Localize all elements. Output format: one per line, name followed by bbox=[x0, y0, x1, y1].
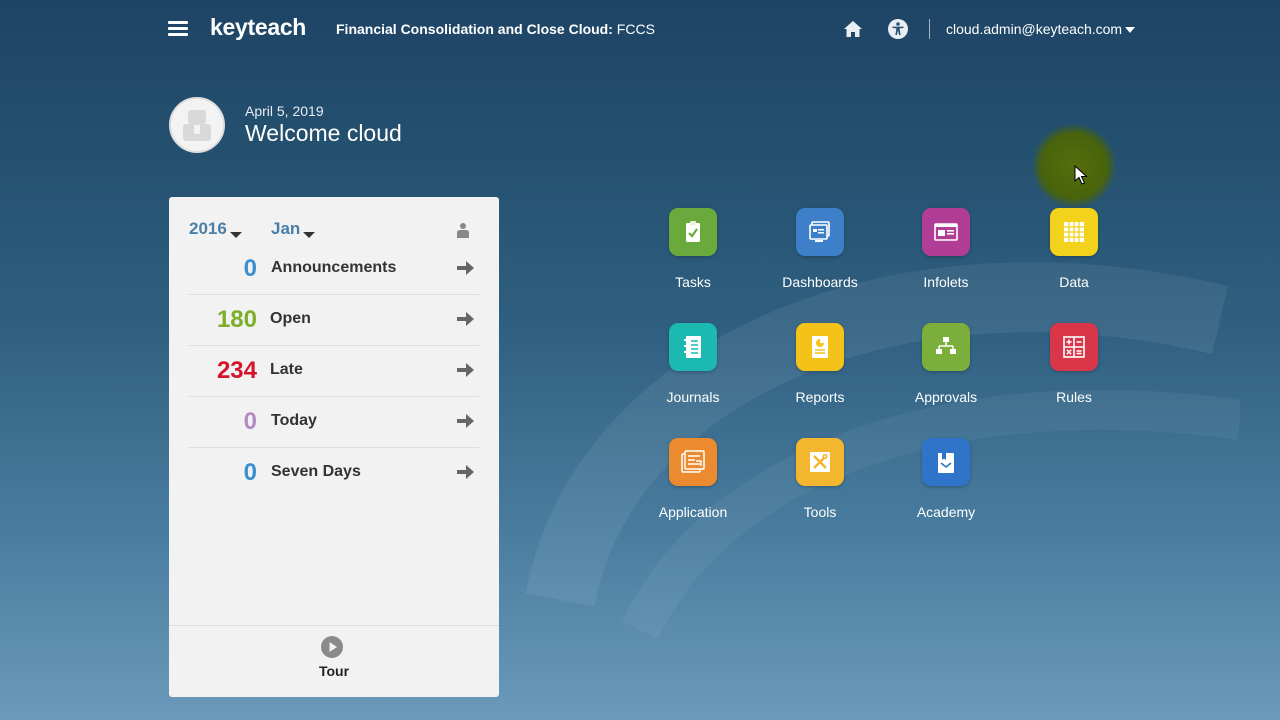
year-value: 2016 bbox=[189, 219, 227, 238]
app-header: keyteach Financial Consolidation and Clo… bbox=[0, 0, 1280, 60]
chevron-down-icon bbox=[303, 232, 316, 238]
tile-dashboards[interactable]: Dashboards bbox=[760, 208, 880, 308]
user-avatar-icon bbox=[183, 110, 211, 141]
dashboard-icon bbox=[796, 208, 844, 256]
tile-label: Journals bbox=[666, 389, 720, 405]
rules-icon bbox=[1050, 323, 1098, 371]
status-count: 0 bbox=[243, 255, 257, 282]
tile-infolets[interactable]: Infolets bbox=[886, 208, 1006, 308]
tile-label: Dashboards bbox=[782, 274, 858, 290]
tile-label: Tools bbox=[803, 504, 837, 520]
tile-tools[interactable]: Tools bbox=[760, 438, 880, 538]
status-label: Open bbox=[270, 310, 311, 327]
status-count: 0 bbox=[243, 408, 257, 435]
tour-label[interactable]: Tour bbox=[169, 663, 499, 679]
tile-reports[interactable]: Reports bbox=[760, 323, 880, 423]
arrow-right-icon[interactable] bbox=[457, 465, 474, 479]
status-row-seven-days[interactable]: 0 Seven Days bbox=[189, 448, 479, 499]
home-icon[interactable] bbox=[843, 19, 863, 39]
avatar[interactable] bbox=[169, 97, 225, 153]
hamburger-menu-icon[interactable] bbox=[168, 18, 190, 38]
year-selector[interactable]: 2016 bbox=[189, 219, 242, 239]
tile-label: Academy bbox=[916, 504, 976, 520]
application-icon bbox=[669, 438, 717, 486]
tile-label: Approvals bbox=[914, 389, 978, 405]
play-icon[interactable] bbox=[320, 635, 344, 659]
infolet-icon bbox=[922, 208, 970, 256]
tile-rules[interactable]: Rules bbox=[1014, 323, 1134, 423]
arrow-right-icon[interactable] bbox=[457, 363, 474, 377]
status-label: Today bbox=[271, 412, 317, 429]
person-icon[interactable] bbox=[456, 222, 470, 238]
academy-icon bbox=[922, 438, 970, 486]
status-count: 180 bbox=[216, 306, 257, 333]
task-check-icon bbox=[669, 208, 717, 256]
status-count: 0 bbox=[243, 459, 257, 486]
tile-label: Tasks bbox=[675, 274, 711, 290]
period-value: Jan bbox=[271, 219, 301, 238]
app-title-name: FCCS bbox=[612, 21, 655, 37]
arrow-right-icon[interactable] bbox=[457, 312, 474, 326]
tile-label: Rules bbox=[1056, 389, 1092, 405]
tile-label: Reports bbox=[795, 389, 845, 405]
status-row-today[interactable]: 0 Today bbox=[189, 397, 479, 448]
welcome-greeting: Welcome cloud bbox=[245, 120, 402, 146]
status-row-announcements[interactable]: 0 Announcements bbox=[189, 244, 479, 295]
close-status-panel: 2016 Jan 0 Announcements 180 Open 234 La… bbox=[169, 197, 499, 697]
chevron-down-icon bbox=[1125, 27, 1136, 34]
status-label: Seven Days bbox=[271, 463, 361, 480]
mouse-pointer-icon bbox=[1074, 165, 1088, 185]
journal-icon bbox=[669, 323, 717, 371]
app-title-label: Financial Consolidation and Close Cloud: bbox=[336, 21, 613, 37]
tile-academy[interactable]: Academy bbox=[886, 438, 1006, 538]
chevron-down-icon bbox=[229, 232, 242, 238]
user-name: cloud.admin@keyteach.com bbox=[946, 21, 1123, 37]
app-title: Financial Consolidation and Close Cloud:… bbox=[336, 21, 655, 37]
header-divider bbox=[929, 19, 930, 39]
period-selector[interactable]: Jan bbox=[271, 219, 316, 239]
tile-tasks[interactable]: Tasks bbox=[633, 208, 753, 308]
keyteach-logo: keyteach bbox=[210, 14, 307, 40]
tile-approvals[interactable]: Approvals bbox=[886, 323, 1006, 423]
tools-icon bbox=[796, 438, 844, 486]
status-row-late[interactable]: 234 Late bbox=[189, 346, 479, 397]
approvals-icon bbox=[922, 323, 970, 371]
report-icon bbox=[796, 323, 844, 371]
accessibility-icon[interactable] bbox=[887, 18, 909, 40]
data-grid-icon bbox=[1050, 208, 1098, 256]
welcome-date: April 5, 2019 bbox=[245, 103, 324, 119]
tile-label: Infolets bbox=[923, 274, 969, 290]
arrow-right-icon[interactable] bbox=[457, 261, 474, 275]
status-label: Late bbox=[270, 361, 303, 378]
tile-label: Data bbox=[1059, 274, 1089, 290]
status-label: Announcements bbox=[271, 259, 397, 276]
tile-label: Application bbox=[658, 504, 728, 520]
status-row-open[interactable]: 180 Open bbox=[189, 295, 479, 346]
tile-application[interactable]: Application bbox=[633, 438, 753, 538]
status-count: 234 bbox=[216, 357, 257, 384]
panel-footer: Tour bbox=[169, 625, 499, 697]
tile-data[interactable]: Data bbox=[1014, 208, 1134, 308]
tile-journals[interactable]: Journals bbox=[633, 323, 753, 423]
arrow-right-icon[interactable] bbox=[457, 414, 474, 428]
user-menu[interactable]: cloud.admin@keyteach.com bbox=[946, 21, 1136, 37]
